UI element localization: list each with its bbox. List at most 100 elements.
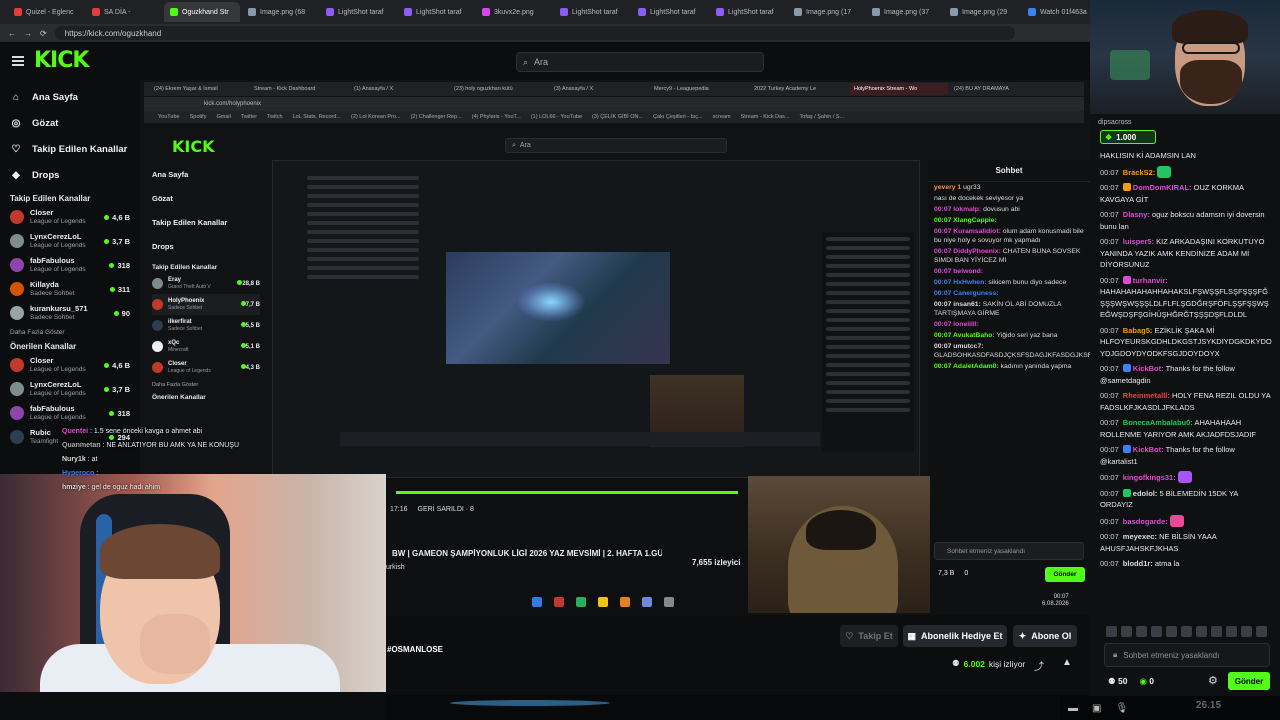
chat-username[interactable]: KickBot: bbox=[1133, 445, 1164, 454]
browser-tab[interactable]: Image.png (17 bbox=[788, 2, 864, 22]
inner-chat-message: 00:07 lokmalp: dovusun abi bbox=[928, 204, 1090, 215]
channel-item[interactable]: kurankursu_571 Sadece Sohbet 90 bbox=[10, 301, 130, 325]
channel-item[interactable]: Closer League of Legends 4,6 B bbox=[10, 353, 130, 377]
overlay-chat-user: Nury1k bbox=[62, 456, 86, 463]
channel-item[interactable]: Closer League of Legends 4,6 B bbox=[10, 205, 130, 229]
gift-sub-button[interactable]: ▦ Abonelik Hediye Et bbox=[903, 625, 1007, 647]
chat-username[interactable]: BonecaAmbalabu0: bbox=[1123, 418, 1193, 427]
chat-username[interactable]: luisper5: bbox=[1123, 237, 1154, 246]
inner-channel-name: HolyPhoenix bbox=[168, 297, 205, 304]
chat-username[interactable]: DomDomKIRAL: bbox=[1133, 183, 1192, 192]
subscribe-label: Abone Ol bbox=[1031, 631, 1072, 641]
chat-username[interactable]: blodd1r: bbox=[1123, 559, 1153, 568]
channel-item[interactable]: LynxCerezLoL League of Legends 3,7 B bbox=[10, 229, 130, 253]
browser-tab[interactable]: LightShot taraf bbox=[398, 2, 474, 22]
browser-tab[interactable]: Image.png (68 bbox=[242, 2, 318, 22]
browser-tab[interactable]: LightShot taraf bbox=[710, 2, 786, 22]
nested-chat-mock bbox=[822, 232, 914, 452]
browser-tab[interactable]: LightShot taraf bbox=[554, 2, 630, 22]
gear-icon[interactable]: ⚙ bbox=[1208, 674, 1218, 687]
inner-nav-item: Gözat bbox=[152, 186, 260, 210]
channel-item[interactable]: LynxCerezLoL League of Legends 3,7 B bbox=[10, 377, 130, 401]
channel-viewers: 318 bbox=[109, 261, 130, 270]
overlay-chat-user: Quentei bbox=[62, 428, 89, 435]
chat-time: 00:07 bbox=[1100, 325, 1119, 335]
chat-username[interactable]: basdogarde: bbox=[1123, 517, 1168, 526]
inner-tab: (23) holy oguzkhan kütü bbox=[454, 86, 513, 92]
inner-bookmark: (1) LOL66 - YouTube bbox=[530, 114, 583, 120]
folder-icon[interactable]: ▣ bbox=[1092, 703, 1101, 714]
chat-username[interactable]: kingofkings31: bbox=[1123, 473, 1176, 482]
live-dot-icon bbox=[109, 262, 115, 268]
nav-item[interactable]: ♡ Takip Edilen Kanallar bbox=[10, 136, 130, 162]
inner-chat-user: 00:07 Canerguness: bbox=[934, 290, 999, 297]
browser-tab[interactable]: SA DİA - bbox=[86, 2, 162, 22]
channel-viewers: 4,6 B bbox=[104, 213, 130, 222]
mic-icon[interactable]: 🎙︎ bbox=[1115, 703, 1128, 714]
nav-item[interactable]: ⌂ Ana Sayfa bbox=[10, 84, 130, 110]
browser-tab[interactable]: LightShot taraf bbox=[632, 2, 708, 22]
nav-item[interactable]: ◆ Drops bbox=[10, 162, 130, 188]
live-dot-icon bbox=[109, 286, 115, 292]
viewer-count-text: 311 bbox=[117, 284, 130, 294]
browser-tab[interactable]: Oguzkhand Str bbox=[164, 2, 240, 22]
chat-username[interactable]: meyexec: bbox=[1123, 532, 1157, 541]
inner-chat-message: 00:07 insan61: SAKİN OL ABİ DOMUZLA TART… bbox=[928, 299, 1090, 319]
menu-icon[interactable] bbox=[12, 56, 24, 66]
chat-input[interactable]: 🔒︎ Sohbet etmeniz yasaklandı bbox=[1104, 643, 1270, 667]
viewer-count-text: 318 bbox=[117, 260, 130, 270]
browser-tab[interactable]: 3kuvx2e.png bbox=[476, 2, 552, 22]
gift-count-pill[interactable]: ❖ 1.000 bbox=[1100, 130, 1156, 144]
tab-label: Image.png (68 bbox=[260, 8, 306, 16]
live-dot-icon bbox=[104, 386, 110, 392]
inner-chat-user: 00:07 AvukatBaho: bbox=[934, 332, 995, 339]
inner-search: ⌕ Ara bbox=[505, 138, 727, 153]
send-button[interactable]: Gönder bbox=[1228, 672, 1270, 690]
channel-item[interactable]: fabFabulous League of Legends 318 bbox=[10, 401, 130, 425]
url-field[interactable]: https://kick.com/oguzkhand bbox=[54, 26, 1015, 40]
chat-username[interactable]: BrackS2: bbox=[1123, 168, 1156, 177]
count-b-value: 0 bbox=[1149, 676, 1154, 686]
chat-username[interactable]: Rheinmetalll: bbox=[1123, 391, 1170, 400]
tab-label: Quizel - Eglenc bbox=[26, 8, 74, 16]
stream-tag[interactable]: #OSMANLOSE bbox=[387, 645, 443, 654]
overlay-chat-message: Quanmetan : NE ANLATIYOR BU AMK YA NE KO… bbox=[62, 442, 240, 449]
browser-tab[interactable]: Image.png (37 bbox=[866, 2, 942, 22]
avatar bbox=[10, 430, 24, 444]
kick-logo[interactable]: KICK bbox=[34, 48, 89, 73]
browser-tab[interactable]: Watch 01f463a bbox=[1022, 2, 1090, 22]
avatar bbox=[10, 306, 24, 320]
channel-item[interactable]: fabFabulous League of Legends 318 bbox=[10, 253, 130, 277]
browser-tab[interactable]: Quizel - Eglenc bbox=[8, 2, 84, 22]
chat-username[interactable]: turhanvir: bbox=[1133, 276, 1168, 285]
overlay-chat-message: Nury1k : at bbox=[62, 456, 98, 463]
forward-icon[interactable]: → bbox=[24, 29, 32, 38]
chat-username[interactable]: edolol: bbox=[1133, 489, 1158, 498]
follow-button[interactable]: ♡ Takip Et bbox=[840, 625, 898, 647]
nav-item[interactable]: ◎ Gözat bbox=[10, 110, 130, 136]
live-dot-icon bbox=[109, 410, 115, 416]
browser-tab[interactable]: Image.png (29 bbox=[944, 2, 1020, 22]
inner-chat-message: 00:07 DiddyPhoenix: CHATEN BUNA SOVSEK S… bbox=[928, 246, 1090, 266]
back-icon[interactable]: ← bbox=[8, 29, 16, 38]
chat-bubble-icon[interactable]: ▬ bbox=[1068, 703, 1078, 714]
chat-username[interactable]: Dlasny: bbox=[1123, 210, 1150, 219]
channel-item[interactable]: Killayda Sadece Sohbet 311 bbox=[10, 277, 130, 301]
chat-username[interactable]: KickBot: bbox=[1133, 364, 1164, 373]
inner-channel-category: Minecraft bbox=[168, 346, 189, 353]
search-input[interactable]: ⌕ Ara bbox=[516, 52, 764, 72]
app-icon bbox=[620, 597, 630, 607]
report-icon[interactable]: ▲ bbox=[1062, 657, 1072, 668]
subscribe-button[interactable]: ✦ Abone Ol bbox=[1013, 625, 1077, 647]
inner-chat-user: 00:07 AdaletAdam0: bbox=[934, 363, 999, 370]
show-more-link[interactable]: Daha Fazla Göster bbox=[10, 329, 130, 336]
channel-viewers: 3,7 B bbox=[104, 237, 130, 246]
reload-icon[interactable]: ⟳ bbox=[40, 29, 47, 38]
inner-chat-text: Yiğido seri yaz bana bbox=[996, 332, 1058, 339]
chat-username[interactable]: Babag5: bbox=[1123, 326, 1153, 335]
inner-channel: Eray Grand Theft Auto V 28,8 B bbox=[152, 273, 260, 294]
channel-meta: fabFabulous League of Legends bbox=[30, 256, 103, 274]
browser-tab[interactable]: LightShot taraf bbox=[320, 2, 396, 22]
emote-strip[interactable] bbox=[1106, 626, 1276, 638]
share-icon[interactable]: ⤴ bbox=[1034, 658, 1044, 673]
